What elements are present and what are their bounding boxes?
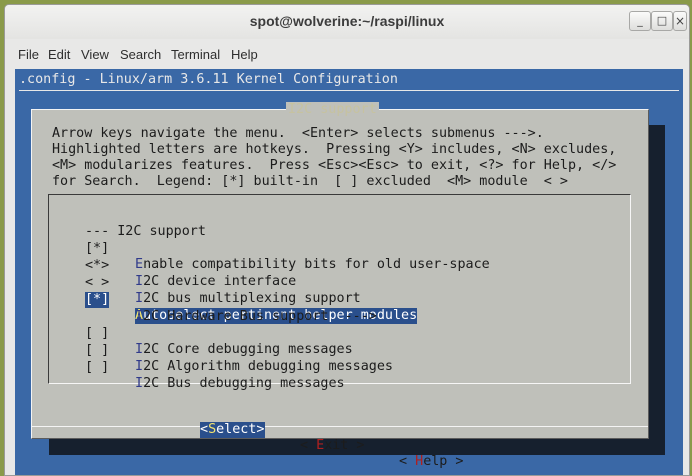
select-button[interactable]: <Select> (200, 422, 265, 438)
menu-help[interactable]: Help (231, 47, 258, 62)
dialog-title: I2C support (286, 102, 379, 118)
menu-list[interactable]: --- I2C support [*] Enable compatibility… (48, 194, 631, 391)
menu-view[interactable]: View (81, 47, 109, 62)
button-separator (32, 426, 648, 427)
checkbox-marker[interactable]: [ ] (85, 360, 115, 376)
help-button[interactable]: < Help > (399, 454, 464, 470)
exit-button[interactable]: < Exit > (300, 438, 365, 454)
help-line-1: Arrow keys navigate the menu. <Enter> se… (52, 126, 544, 141)
help-line-2: Highlighted letters are hotkeys. Pressin… (52, 142, 617, 157)
terminal-window: spot@wolverine:~/raspi/linux _ □ × File … (4, 4, 690, 476)
menu-bar: File Edit View Search Terminal Help (5, 39, 689, 69)
window-title: spot@wolverine:~/raspi/linux (249, 13, 445, 29)
menuconfig-dialog: I2C support Arrow keys navigate the menu… (31, 102, 649, 469)
minimize-button[interactable]: _ (629, 11, 651, 31)
help-line-3: <M> modularizes features. Press <Esc><Es… (52, 158, 617, 173)
menu-edit[interactable]: Edit (48, 47, 70, 62)
menu-item-bus-debug[interactable]: [ ] I2C Bus debugging messages (49, 344, 629, 408)
button-row: <Select> < Exit > < Help > (32, 406, 648, 469)
menu-terminal[interactable]: Terminal (171, 47, 220, 62)
close-button[interactable]: × (673, 11, 687, 31)
title-bar[interactable]: spot@wolverine:~/raspi/linux _ □ × (5, 5, 689, 39)
config-header: .config - Linux/arm 3.6.11 Kernel Config… (19, 72, 398, 87)
maximize-button[interactable]: □ (651, 11, 673, 31)
terminal-screen[interactable]: .config - Linux/arm 3.6.11 Kernel Config… (15, 69, 683, 475)
dialog-shadow-right (649, 125, 665, 455)
menu-search[interactable]: Search (120, 47, 161, 62)
menu-file[interactable]: File (18, 47, 39, 62)
help-line-4: for Search. Legend: [*] built-in [ ] exc… (52, 174, 568, 189)
header-rule (19, 90, 679, 91)
